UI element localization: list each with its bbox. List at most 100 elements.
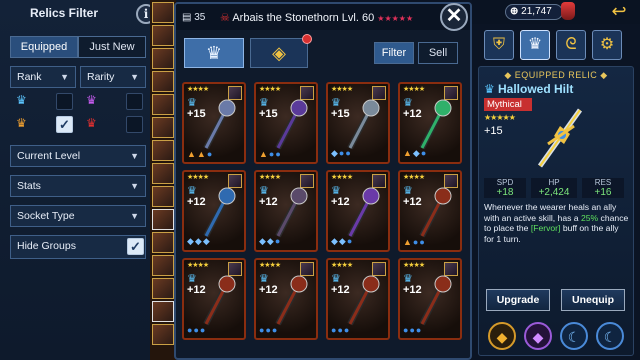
- stats-label: Stats: [17, 180, 41, 192]
- socket-icon: ◆: [331, 148, 339, 158]
- socket-icon: ●: [271, 325, 279, 335]
- socket-icon: ◆: [259, 236, 267, 246]
- tab-just-new[interactable]: Just New: [78, 36, 146, 58]
- current-level-label: Current Level: [17, 150, 81, 162]
- socket-icon: ◆: [187, 236, 195, 246]
- champion-portrait[interactable]: [152, 186, 174, 207]
- crown-icon: ♛: [86, 116, 97, 130]
- rarity-dropdown-label: Rarity: [87, 71, 115, 83]
- socket-icons: ●●●: [331, 325, 350, 335]
- champion-portrait[interactable]: [152, 2, 174, 23]
- relic-card[interactable]: ★★★★ ♛ +15 ▲●●: [254, 82, 318, 164]
- champion-portrait[interactable]: [152, 48, 174, 69]
- socket-icons: ▲●●: [259, 149, 282, 159]
- rank-dropdown-label: Rank: [17, 71, 42, 83]
- champion-portrait[interactable]: [152, 209, 174, 230]
- rank-checkbox-1[interactable]: [56, 93, 73, 110]
- tab-armor[interactable]: ⛨: [484, 30, 514, 60]
- relic-count-value: 35: [194, 12, 206, 23]
- relic-card[interactable]: ★★★★ ♛ +12 ●●●: [254, 258, 318, 340]
- currency-display[interactable]: ⊕ 21,747: [505, 4, 563, 20]
- socket-gem-icon[interactable]: ◆: [488, 322, 516, 350]
- champion-portrait[interactable]: [152, 94, 174, 115]
- rank-checkbox-2[interactable]: ✓: [56, 116, 73, 133]
- champion-portrait[interactable]: [152, 278, 174, 299]
- socket-icons: ▲◆●: [403, 148, 427, 159]
- socket-icon: ●: [345, 148, 352, 158]
- relic-card[interactable]: ★★★★ ♛ +12 ●●●: [398, 258, 462, 340]
- rarity-checkbox-1[interactable]: [126, 93, 143, 110]
- relic-card[interactable]: ★★★★ ♛ +12 ◆◆●: [326, 170, 390, 252]
- relic-art: [347, 99, 380, 150]
- rarity-badge: Mythical: [484, 98, 532, 111]
- champion-portrait[interactable]: [152, 71, 174, 92]
- relic-card[interactable]: ★★★★ ♛ +15 ▲▲●: [182, 82, 246, 164]
- relic-art: [275, 275, 308, 326]
- unequip-button[interactable]: Unequip: [561, 289, 625, 311]
- relic-art: [347, 275, 380, 326]
- plus-icon: ⊕: [510, 6, 519, 17]
- relic-card[interactable]: ★★★★ ♛ +12 ◆◆●: [254, 170, 318, 252]
- relic-art: [347, 187, 380, 238]
- relic-card[interactable]: ★★★★ ♛ +12 ▲●●: [398, 170, 462, 252]
- socket-icon: ▲: [259, 149, 269, 159]
- champion-portrait[interactable]: [152, 232, 174, 253]
- socket-icon: ●: [275, 149, 282, 159]
- champion-portrait[interactable]: [152, 140, 174, 161]
- socket-gem-icon[interactable]: ☾: [596, 322, 624, 350]
- hide-groups-row[interactable]: Hide Groups ✓: [10, 235, 146, 259]
- stat-res: RES +16: [582, 178, 624, 198]
- tab-relic-type-crown[interactable]: ♛: [184, 38, 244, 68]
- champion-portrait[interactable]: [152, 117, 174, 138]
- relic-art: [419, 275, 452, 326]
- tab-equipped[interactable]: Equipped: [10, 36, 78, 58]
- tab-relics[interactable]: ♛: [520, 30, 550, 60]
- relic-card[interactable]: ★★★★ ♛ +12 ●●●: [182, 258, 246, 340]
- socket-gem-icon[interactable]: ☾: [560, 322, 588, 350]
- relic-card[interactable]: ★★★★ ♛ +15 ◆●●: [326, 82, 390, 164]
- back-arrow-icon[interactable]: ↩: [608, 2, 630, 22]
- rarity-checkbox-2[interactable]: [126, 116, 143, 133]
- socket-icon: ●: [346, 236, 354, 246]
- relic-inventory-modal: ▤ 35 ☠ Arbais the Stonethorn Lvl. 60 ★★★…: [174, 2, 472, 360]
- relic-art: [419, 187, 452, 238]
- upgrade-button[interactable]: Upgrade: [486, 289, 550, 311]
- tab-masteries[interactable]: ⚙: [592, 30, 622, 60]
- socket-icon: ▲: [196, 149, 207, 159]
- crown-icon: ♛: [86, 93, 97, 107]
- socket-icons: ▲▲●: [187, 149, 213, 159]
- equipped-relic-title: ◆ EQUIPPED RELIC ◆: [504, 70, 608, 80]
- socket-type-dropdown[interactable]: Socket Type ▼: [10, 205, 146, 227]
- relic-card-stars: ★★★★: [403, 86, 425, 93]
- relic-card[interactable]: ★★★★ ♛ +12 ●●●: [326, 258, 390, 340]
- hide-groups-checkbox[interactable]: ✓: [127, 238, 144, 255]
- champion-portrait[interactable]: [152, 324, 174, 345]
- notification-badge: [302, 34, 312, 44]
- rank-dropdown[interactable]: Rank ▼: [10, 66, 76, 88]
- sell-button[interactable]: Sell: [418, 42, 458, 64]
- socket-icon: ▲: [403, 148, 413, 158]
- crown-icon: ♛: [16, 93, 27, 107]
- champion-portrait[interactable]: [152, 25, 174, 46]
- filter-button[interactable]: Filter: [374, 42, 414, 64]
- relic-card-stars: ★★★★: [331, 174, 353, 181]
- close-button[interactable]: ✕: [440, 3, 468, 31]
- tab-blessings[interactable]: ᘓ: [556, 30, 586, 60]
- socket-icon: ●: [419, 237, 426, 247]
- socket-type-label: Socket Type: [17, 210, 75, 222]
- rarity-dropdown[interactable]: Rarity ▼: [80, 66, 146, 88]
- modal-header: ▤ 35 ☠ Arbais the Stonethorn Lvl. 60 ★★★…: [176, 4, 470, 30]
- champion-portrait[interactable]: [152, 255, 174, 276]
- champion-portrait[interactable]: [152, 163, 174, 184]
- socket-gem-icon[interactable]: ◆: [524, 322, 552, 350]
- relic-card[interactable]: ★★★★ ♛ +12 ◆◆◆: [182, 170, 246, 252]
- current-level-dropdown[interactable]: Current Level ▼: [10, 145, 146, 167]
- stats-dropdown[interactable]: Stats ▼: [10, 175, 146, 197]
- hallowed-hilt-art: [537, 108, 583, 168]
- tab-relic-type-rune[interactable]: ◈: [250, 34, 312, 68]
- socket-icon: ◆: [331, 236, 339, 246]
- relic-card[interactable]: ★★★★ ♛ +12 ▲◆●: [398, 82, 462, 164]
- chevron-down-icon: ▼: [130, 72, 139, 82]
- stat-value: +2,424: [538, 187, 570, 198]
- champion-portrait[interactable]: [152, 301, 174, 322]
